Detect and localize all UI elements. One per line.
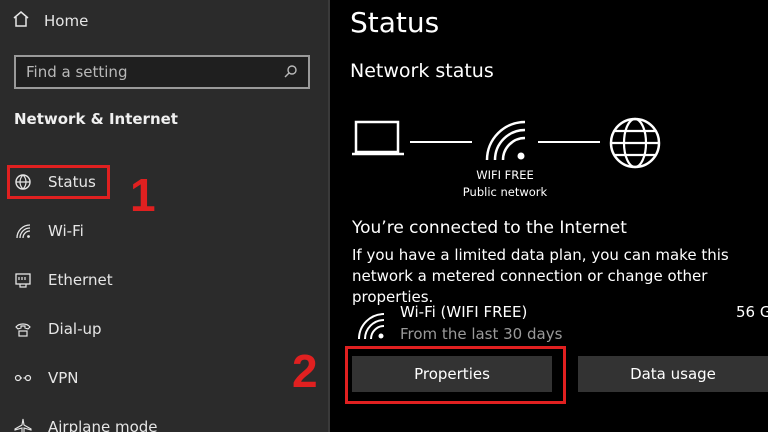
section-title: Network & Internet [14, 110, 178, 128]
pane-divider [328, 0, 330, 432]
annotation-step-1: 1 [130, 169, 156, 221]
sidebar-item-label: VPN [48, 369, 79, 387]
sidebar-item-dial-up[interactable]: Dial-up [14, 315, 102, 343]
dial-up-icon [14, 320, 32, 338]
ethernet-icon [14, 271, 32, 289]
network-name: WIFI FREE [476, 168, 534, 182]
network-type: Public network [462, 185, 548, 199]
network-status-title: Network status [350, 60, 494, 82]
annotation-highlight-properties [345, 346, 566, 404]
globe-icon [608, 116, 662, 174]
search-placeholder: Find a setting [26, 63, 128, 81]
connection-line [538, 141, 600, 143]
annotation-step-2: 2 [292, 345, 318, 397]
sidebar-item-label: Ethernet [48, 271, 113, 289]
connection-name: Wi-Fi (WIFI FREE) [400, 303, 528, 321]
home-nav-item[interactable]: Home [12, 10, 88, 32]
wifi-signal-icon [483, 118, 527, 166]
annotation-highlight-status [7, 165, 110, 199]
sidebar-item-vpn[interactable]: VPN [14, 364, 79, 392]
search-icon [284, 63, 298, 82]
sidebar-item-label: Airplane mode [48, 418, 158, 432]
connection-wifi-icon [356, 311, 386, 345]
connection-usage: 56 G [736, 303, 768, 321]
page-title: Status [350, 6, 440, 39]
data-usage-button[interactable]: Data usage [578, 356, 768, 392]
vpn-icon [14, 369, 32, 387]
connected-heading: You’re connected to the Internet [352, 218, 627, 238]
home-label: Home [44, 12, 89, 30]
search-input[interactable]: Find a setting [14, 55, 310, 89]
network-label: WIFI FREE Public network [462, 167, 548, 201]
sidebar-item-label: Dial-up [48, 320, 102, 338]
sidebar-item-label: Wi-Fi [48, 222, 84, 240]
sidebar-item-airplane-mode[interactable]: Airplane mode [14, 413, 158, 432]
settings-sidebar: Home Find a setting Network & Internet S… [0, 0, 328, 432]
sidebar-item-wifi[interactable]: Wi-Fi [14, 217, 84, 245]
laptop-icon [350, 118, 406, 166]
sidebar-item-ethernet[interactable]: Ethernet [14, 266, 113, 294]
airplane-icon [14, 418, 32, 432]
connection-line [410, 141, 472, 143]
wifi-icon [14, 222, 32, 240]
home-icon [12, 10, 30, 32]
connection-description: If you have a limited data plan, you can… [352, 246, 729, 306]
connection-subtitle: From the last 30 days [400, 325, 563, 343]
